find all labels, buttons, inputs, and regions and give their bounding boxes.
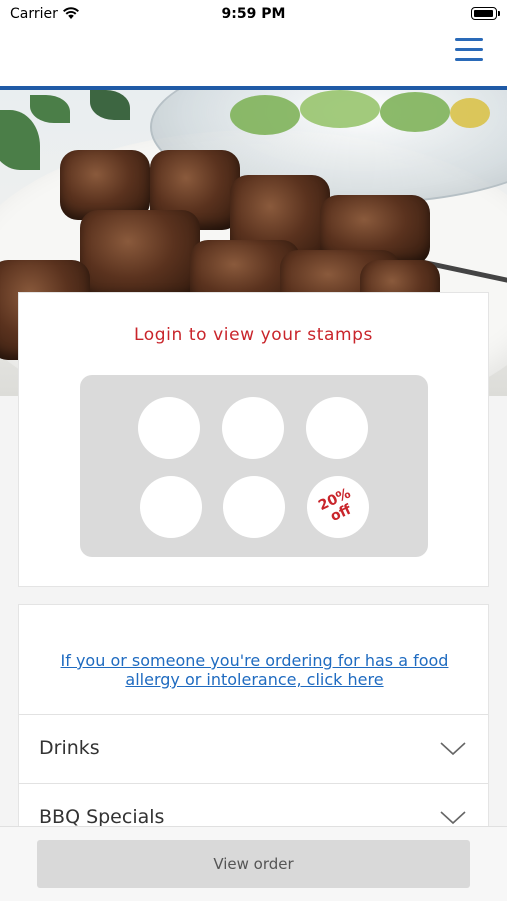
app-header [0,30,507,86]
status-bar: Carrier 9:59 PM [0,0,507,30]
chevron-down-icon [440,742,466,756]
battery-icon [471,7,500,20]
hamburger-icon [455,38,483,41]
menu-category-drinks[interactable]: Drinks [19,714,488,783]
stamp-card: Login to view your stamps 20% off [18,292,489,587]
menu-button[interactable] [455,38,483,64]
reward-stamp: 20% off [307,476,369,538]
stamp-grid: 20% off [80,375,428,557]
allergy-info-link[interactable]: If you or someone you're ordering for ha… [39,651,470,689]
view-order-button[interactable]: View order [37,840,470,888]
stamp-slot [222,397,284,459]
bottom-bar: View order [0,826,507,901]
stamp-slot [306,397,368,459]
category-label: BBQ Specials [39,806,165,828]
stamp-slot [140,476,202,538]
clock: 9:59 PM [221,6,286,22]
stamp-slot [138,397,200,459]
category-label: Drinks [39,737,100,759]
stamp-slot [223,476,285,538]
stamp-login-prompt[interactable]: Login to view your stamps [19,325,488,345]
